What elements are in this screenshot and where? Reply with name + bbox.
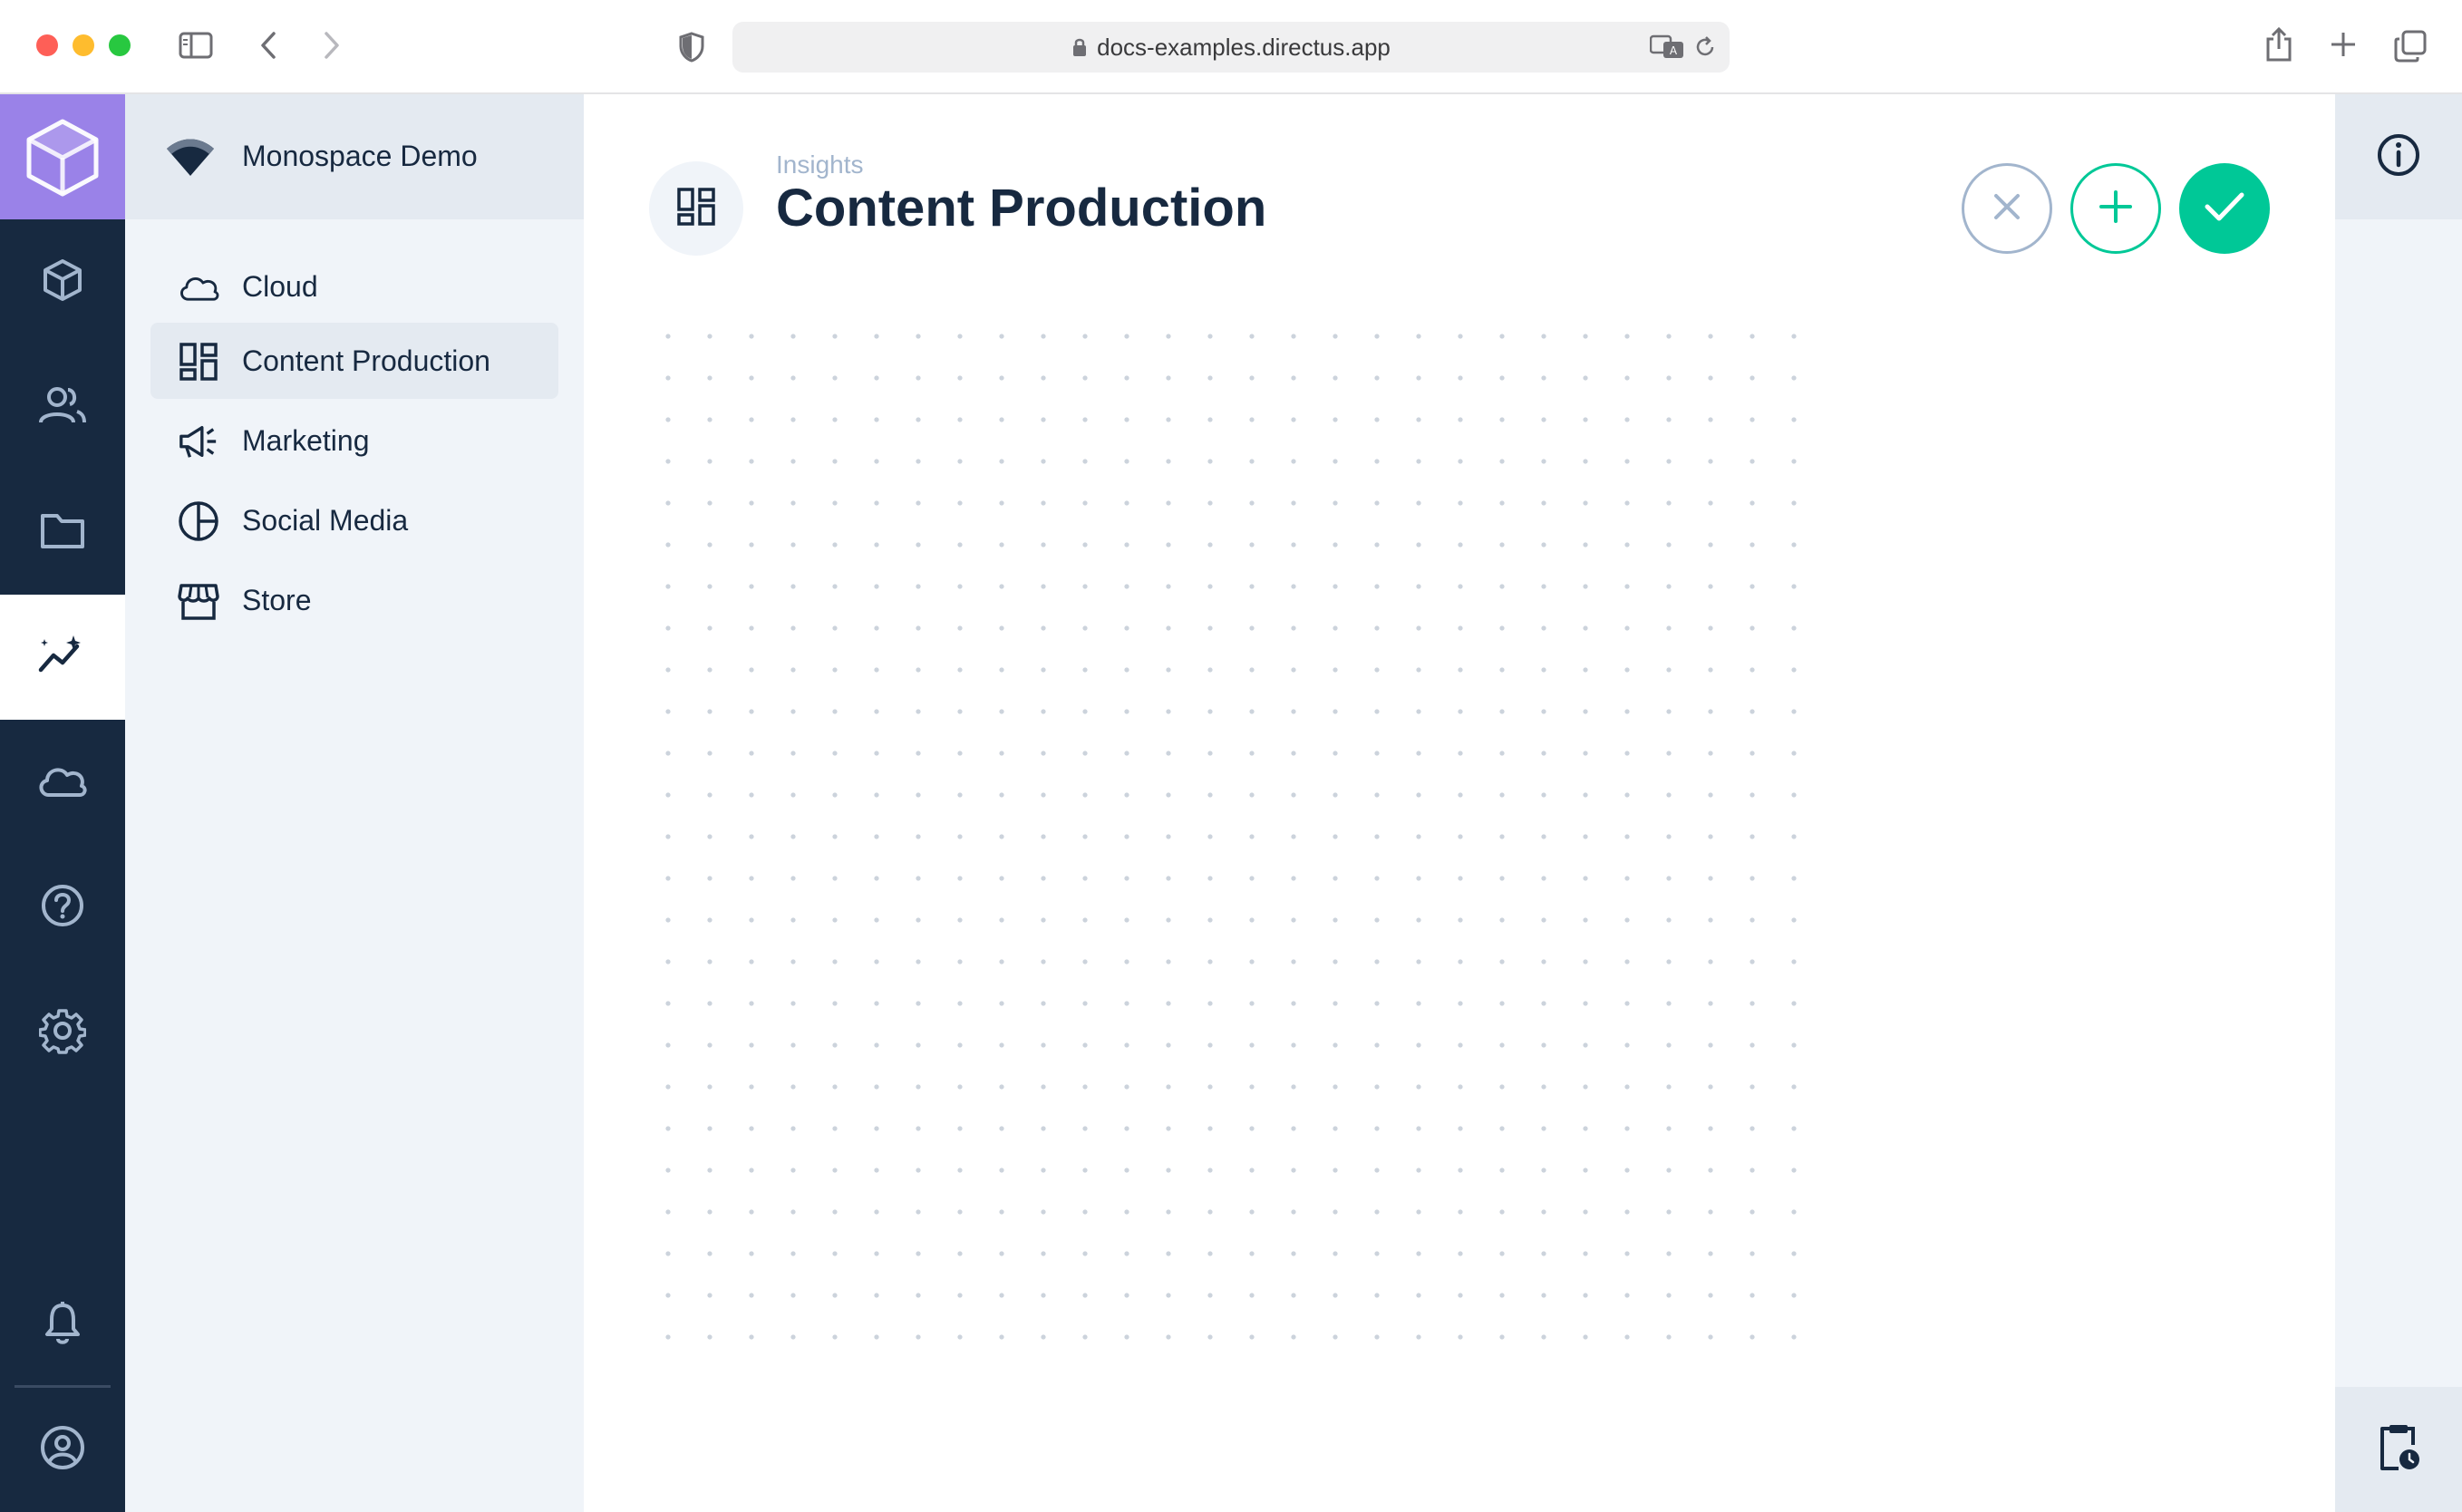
cloud-icon	[36, 762, 89, 803]
url-text: docs-examples.directus.app	[1097, 33, 1391, 61]
bell-icon	[43, 1300, 82, 1350]
address-bar[interactable]: docs-examples.directus.app A	[732, 22, 1730, 73]
pie-chart-icon	[178, 500, 219, 542]
close-window-button[interactable]	[36, 34, 58, 56]
check-icon	[2204, 190, 2245, 228]
module-file-library[interactable]	[0, 470, 125, 595]
project-logo-icon	[165, 136, 216, 184]
dashboard-icon	[676, 187, 716, 231]
cloud-icon	[178, 267, 219, 308]
plus-icon	[2098, 189, 2134, 229]
folder-icon	[39, 510, 86, 555]
page-title: Content Production	[776, 179, 1267, 237]
lock-icon	[1071, 36, 1088, 58]
module-insights[interactable]	[0, 595, 125, 720]
close-icon	[1991, 190, 2023, 228]
settings-icon	[38, 1007, 87, 1059]
browser-toolbar: docs-examples.directus.app A	[0, 0, 2462, 94]
module-content[interactable]	[0, 219, 125, 344]
clipboard-clock-icon	[2377, 1423, 2420, 1477]
sidebar-item-marketing[interactable]: Marketing	[150, 402, 558, 479]
directus-logo[interactable]	[0, 94, 125, 219]
sidebar-item-content-production[interactable]: Content Production	[150, 323, 558, 399]
svg-text:A: A	[1670, 44, 1678, 57]
storefront-icon	[178, 580, 219, 622]
dashboard-grid-canvas[interactable]	[647, 315, 1831, 1374]
module-account[interactable]	[0, 1387, 125, 1512]
forward-icon[interactable]	[319, 29, 344, 62]
sidebar-item-cloud[interactable]: Cloud	[150, 248, 558, 325]
title-icon-container	[649, 161, 743, 256]
megaphone-icon	[178, 421, 219, 462]
new-tab-icon[interactable]	[2328, 29, 2359, 60]
translate-icon[interactable]: A	[1649, 34, 1684, 64]
share-icon[interactable]	[2263, 25, 2295, 63]
module-bar	[0, 94, 125, 1512]
tab-overview-icon[interactable]	[2393, 29, 2428, 63]
reload-icon[interactable]	[1693, 35, 1717, 63]
sidebar-item-store[interactable]: Store	[150, 562, 558, 638]
info-icon	[2376, 132, 2421, 182]
cancel-button[interactable]	[1962, 163, 2052, 254]
sidebar-toggle-icon[interactable]	[178, 31, 214, 60]
module-help[interactable]	[0, 845, 125, 970]
add-panel-button[interactable]	[2070, 163, 2161, 254]
module-cloud[interactable]	[0, 720, 125, 845]
sidebar-item-label: Content Production	[242, 344, 490, 377]
box-icon	[40, 257, 85, 307]
back-icon[interactable]	[256, 29, 281, 62]
module-settings[interactable]	[0, 970, 125, 1095]
users-icon	[37, 384, 88, 431]
shield-icon[interactable]	[676, 31, 707, 63]
sidebar-item-label: Marketing	[242, 423, 370, 457]
zoom-window-button[interactable]	[109, 34, 131, 56]
minimize-window-button[interactable]	[73, 34, 94, 56]
module-user-directory[interactable]	[0, 344, 125, 470]
help-icon	[40, 883, 85, 933]
module-notifications[interactable]	[0, 1262, 125, 1387]
dashboard-icon	[178, 341, 219, 383]
navigation-sidebar: Monospace Demo Cloud Content Production …	[125, 94, 584, 1512]
sidebar-item-label: Store	[242, 583, 312, 616]
insights-icon	[37, 634, 88, 682]
user-circle-icon	[39, 1424, 86, 1476]
right-sidebar	[2335, 94, 2462, 1512]
revisions-panel-toggle[interactable]	[2335, 1387, 2462, 1512]
project-header[interactable]: Monospace Demo	[125, 94, 584, 219]
save-button[interactable]	[2179, 163, 2270, 254]
project-name: Monospace Demo	[242, 140, 478, 172]
info-panel-toggle[interactable]	[2335, 94, 2462, 219]
breadcrumb[interactable]: Insights	[776, 150, 864, 179]
sidebar-item-label: Cloud	[242, 269, 318, 303]
main-content: Insights Content Production	[584, 94, 2335, 1512]
sidebar-item-social-media[interactable]: Social Media	[150, 482, 558, 558]
sidebar-item-label: Social Media	[242, 503, 409, 537]
